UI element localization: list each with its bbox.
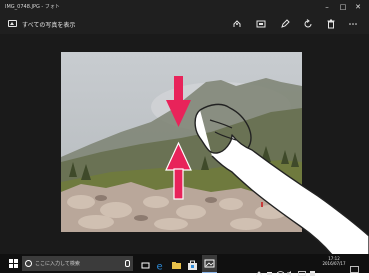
- action-center-icon[interactable]: [350, 259, 359, 273]
- task-view-icon[interactable]: [139, 257, 152, 270]
- keyboard-icon[interactable]: [298, 261, 306, 276]
- edge-icon[interactable]: e: [154, 257, 167, 273]
- file-explorer-icon[interactable]: [170, 257, 183, 270]
- pinch-gesture-overlay: [165, 76, 369, 273]
- volume-icon[interactable]: [287, 261, 294, 276]
- ime-icon[interactable]: [309, 261, 317, 276]
- taskbar-clock[interactable]: 17:12 2016/07/17: [321, 256, 347, 266]
- chevron-up-icon[interactable]: [255, 261, 263, 276]
- store-icon[interactable]: [186, 257, 199, 270]
- svg-text:e: e: [157, 262, 163, 273]
- network-icon[interactable]: [276, 261, 285, 275]
- hand-icon: [194, 103, 369, 273]
- people-icon[interactable]: [266, 261, 273, 275]
- arrow-down-icon: [166, 76, 191, 127]
- photos-icon[interactable]: [202, 255, 217, 273]
- microphone-icon[interactable]: [125, 260, 130, 267]
- arrow-up-icon: [165, 141, 192, 200]
- windows-start-icon[interactable]: [9, 259, 18, 268]
- search-placeholder: ここに入力して検索: [35, 261, 80, 267]
- taskbar-search-box[interactable]: ここに入力して検索: [22, 256, 133, 271]
- taskbar: ここに入力して検索 e 17:12 2016/07/17: [0, 254, 369, 276]
- clock-date: 2016/07/17: [322, 261, 346, 266]
- search-icon: [25, 260, 32, 267]
